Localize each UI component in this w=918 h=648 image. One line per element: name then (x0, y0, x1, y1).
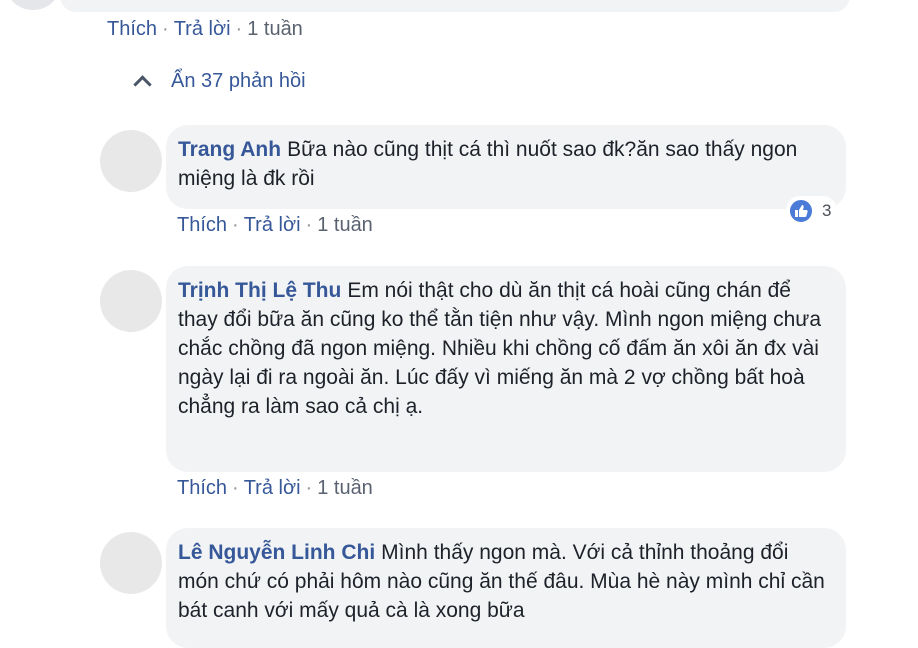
like-link[interactable]: Thích (107, 18, 157, 41)
timestamp[interactable]: 1 tuần (247, 18, 303, 41)
hide-replies-label: Ẩn 37 phản hồi (171, 70, 306, 92)
reply-bubble: Trang Anh Bữa nào cũng thịt cá thì nuốt s… (166, 125, 846, 209)
comment-bubble (60, 0, 850, 12)
chevron-up-icon (133, 75, 152, 94)
reply-bubble: Lê Nguyễn Linh Chi Mình thấy ngon mà. Với… (166, 528, 846, 648)
separator: · (235, 18, 243, 40)
timestamp[interactable]: 1 tuần (317, 477, 373, 500)
timestamp[interactable]: 1 tuần (317, 214, 373, 237)
separator: · (305, 477, 313, 499)
reply-link[interactable]: Trả lời (244, 477, 301, 500)
author-name[interactable]: Trịnh Thị Lệ Thu (178, 279, 341, 302)
separator: · (232, 477, 239, 499)
comment-actions: Thích · Trả lời · 1 tuần (177, 477, 373, 500)
like-link[interactable]: Thích (177, 477, 227, 500)
reaction-summary[interactable]: 3 (786, 196, 838, 226)
separator: · (305, 214, 313, 236)
author-name[interactable]: Trang Anh (178, 138, 281, 161)
comment-actions: Thích · Trả lời · 1 tuần (177, 214, 373, 237)
avatar[interactable] (6, 0, 60, 10)
comment-actions: Thích · Trả lời · 1 tuần (107, 18, 303, 41)
reaction-count: 3 (822, 201, 832, 220)
avatar[interactable] (100, 270, 162, 332)
reply-link[interactable]: Trả lời (174, 18, 231, 41)
separator: · (162, 18, 169, 40)
like-link[interactable]: Thích (177, 214, 227, 237)
reply-bubble: Trịnh Thị Lệ Thu Em nói thật cho dù ăn th… (166, 266, 846, 472)
avatar[interactable] (100, 130, 162, 192)
hide-replies-button[interactable]: Ẩn 37 phản hồi (132, 70, 306, 94)
author-name[interactable]: Lê Nguyễn Linh Chi (178, 541, 375, 564)
avatar[interactable] (100, 532, 162, 594)
separator: · (232, 214, 239, 236)
reply-link[interactable]: Trả lời (244, 214, 301, 237)
like-icon (788, 198, 814, 224)
